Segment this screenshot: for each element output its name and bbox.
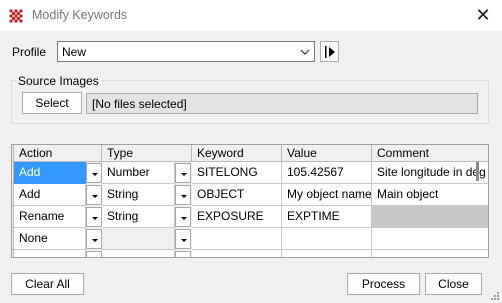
app-logo-icon [9, 9, 23, 23]
comment-cell[interactable]: Main object [372, 184, 488, 206]
comment-cell[interactable] [372, 228, 488, 250]
keyword-cell[interactable]: SITELONG [192, 162, 282, 184]
action-combo-text[interactable]: Rename [14, 206, 86, 228]
keyword-cell[interactable] [192, 228, 282, 250]
grid-scroll-thumb[interactable] [476, 162, 479, 181]
close-button[interactable]: Close [425, 273, 482, 295]
select-button[interactable]: Select [22, 92, 82, 114]
comment-cell[interactable]: Site longitude in deg [372, 162, 488, 184]
action-combo-text[interactable]: None [14, 228, 86, 250]
type-combo-text[interactable]: String [102, 206, 175, 228]
play-bar-icon [325, 46, 335, 58]
type-combo-text[interactable] [102, 250, 175, 257]
header-value[interactable]: Value [282, 145, 372, 162]
process-button[interactable]: Process [347, 273, 420, 295]
action-dropdown-arrow[interactable] [86, 207, 102, 227]
value-cell[interactable] [282, 250, 372, 257]
action-dropdown-arrow[interactable] [86, 185, 102, 205]
clear-all-button[interactable]: Clear All [11, 273, 84, 295]
profile-dropdown[interactable]: New [57, 41, 315, 62]
comment-cell-disabled [372, 206, 488, 228]
profile-label: Profile [12, 45, 47, 59]
header-action[interactable]: Action [14, 145, 102, 162]
run-profile-button[interactable] [320, 41, 339, 62]
comment-cell[interactable] [372, 250, 488, 257]
action-dropdown-arrow[interactable] [86, 229, 102, 249]
source-images-label: Source Images [16, 74, 101, 88]
type-combo-text[interactable]: String [102, 184, 175, 206]
window-title: Modify Keywords [32, 8, 128, 22]
type-dropdown-arrow[interactable] [175, 185, 191, 205]
action-combo-text[interactable]: Add [14, 162, 86, 184]
type-dropdown-arrow[interactable] [175, 251, 191, 257]
value-cell[interactable]: 105.42567 [282, 162, 372, 184]
close-icon[interactable]: ✕ [474, 6, 492, 24]
type-dropdown-arrow[interactable] [175, 229, 191, 249]
type-combo-text[interactable] [102, 228, 175, 250]
action-combo-text[interactable] [14, 250, 86, 257]
header-comment[interactable]: Comment [372, 145, 488, 162]
header-type[interactable]: Type [102, 145, 192, 162]
action-combo-text[interactable]: Add [14, 184, 86, 206]
value-cell[interactable] [282, 228, 372, 250]
type-dropdown-arrow[interactable] [175, 207, 191, 227]
type-dropdown-arrow[interactable] [175, 163, 191, 183]
keyword-cell[interactable]: EXPOSURE [192, 206, 282, 228]
selected-files-field: [No files selected] [86, 93, 478, 114]
type-combo-text[interactable]: Number [102, 162, 175, 184]
header-keyword[interactable]: Keyword [192, 145, 282, 162]
chevron-down-icon [300, 49, 310, 55]
resize-grip-icon[interactable] [490, 291, 500, 301]
action-dropdown-arrow[interactable] [86, 163, 102, 183]
action-dropdown-arrow[interactable] [86, 251, 102, 257]
keyword-cell[interactable]: OBJECT [192, 184, 282, 206]
value-cell[interactable]: EXPTIME [282, 206, 372, 228]
keyword-cell[interactable] [192, 250, 282, 257]
keywords-grid[interactable]: Action Type Keyword Value Comment Add Nu… [11, 144, 489, 258]
selected-files-text: [No files selected] [92, 97, 187, 111]
profile-value: New [62, 45, 87, 59]
value-cell[interactable]: My object name [282, 184, 372, 206]
title-bar: Modify Keywords ✕ [0, 0, 502, 31]
